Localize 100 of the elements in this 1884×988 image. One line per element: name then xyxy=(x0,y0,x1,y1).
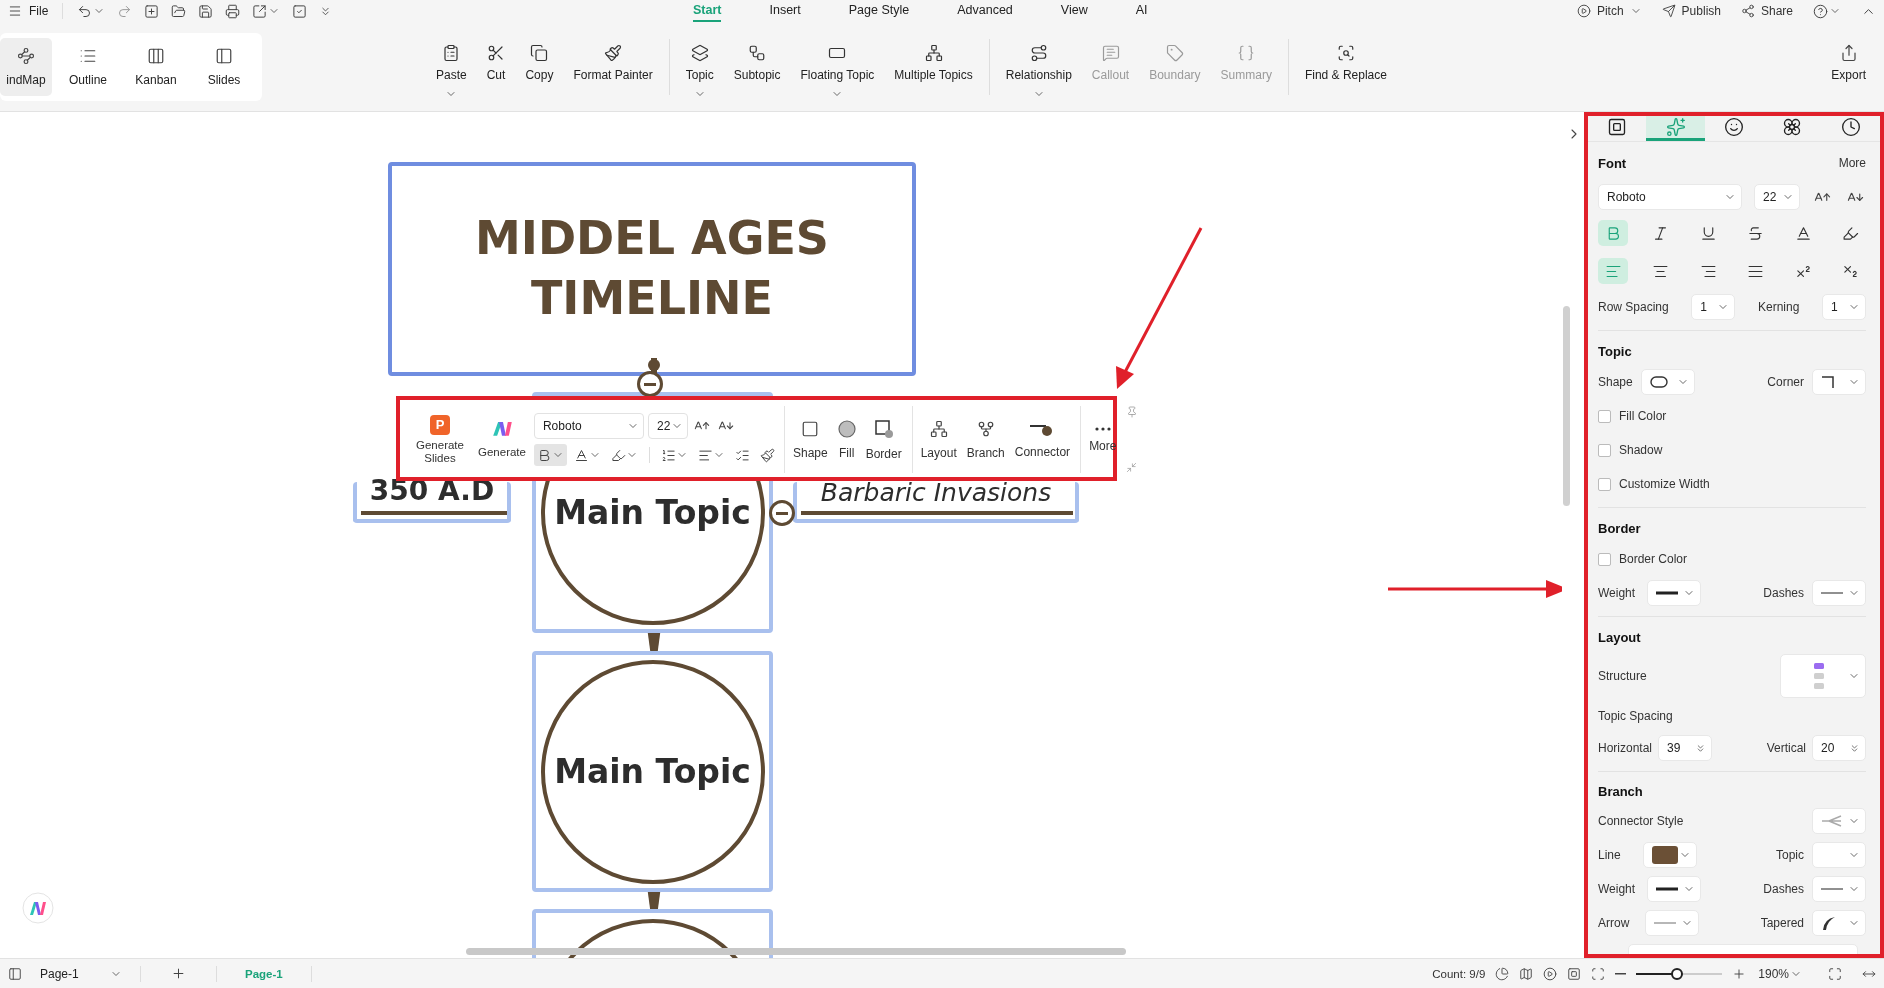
logo-icon xyxy=(490,420,513,438)
network-icon xyxy=(924,43,943,62)
view-mode-tab[interactable]: Slides xyxy=(192,37,256,96)
weight-select[interactable] xyxy=(1647,876,1702,902)
action-button[interactable]: Publish xyxy=(1659,4,1723,18)
font-select[interactable]: Roboto xyxy=(533,413,644,439)
topic-color-select[interactable] xyxy=(1812,842,1866,868)
line-color-select[interactable] xyxy=(1642,842,1697,868)
paintbrush-icon xyxy=(759,447,775,463)
font-select[interactable]: Roboto xyxy=(1598,184,1742,210)
weight-select[interactable] xyxy=(1647,580,1702,606)
checkbox[interactable] xyxy=(1598,552,1611,566)
shape-select[interactable] xyxy=(1640,369,1695,395)
brace-icon xyxy=(1237,43,1256,62)
structure-icon xyxy=(1813,663,1824,689)
tool-button[interactable]: Branch xyxy=(962,419,1009,460)
save-icon xyxy=(198,3,214,19)
slides-logo: P xyxy=(430,414,450,435)
field-label: Line xyxy=(1598,848,1621,862)
generate-slides-button[interactable]: P Generate Slides xyxy=(410,414,470,465)
size-select[interactable]: 22 xyxy=(1754,184,1800,210)
menu-tab[interactable]: Insert xyxy=(769,0,801,22)
workflow-icon xyxy=(748,43,767,62)
speech-bubble-icon xyxy=(1101,43,1120,62)
zoom-select[interactable]: 190% xyxy=(1756,966,1804,981)
field-label: Corner xyxy=(1767,375,1804,389)
ribbon-button[interactable]: Topic xyxy=(677,33,722,100)
collapse-icon xyxy=(1126,462,1138,473)
collapse-toggle[interactable] xyxy=(769,500,795,526)
ribbon-button[interactable]: Find & Replace xyxy=(1296,33,1395,100)
font-color-icon xyxy=(573,447,589,463)
map-icon xyxy=(1519,966,1534,981)
play-icon xyxy=(1576,4,1591,18)
tool-button[interactable]: Fill xyxy=(833,419,860,460)
dashes-select[interactable] xyxy=(1812,876,1866,902)
title-text: MIDDEL AGES TIMELINE xyxy=(474,210,830,327)
title-topic[interactable]: MIDDEL AGES TIMELINE xyxy=(388,162,916,376)
ribbon-button[interactable]: Floating Topic xyxy=(792,33,883,100)
format-button[interactable] xyxy=(533,444,567,466)
corner-icon xyxy=(1821,375,1835,389)
numbered-list-icon xyxy=(660,447,676,463)
menu-button[interactable]: File xyxy=(6,4,51,18)
fit-icon xyxy=(1591,966,1606,981)
ribbon-button[interactable]: Copy xyxy=(517,33,562,100)
columns-icon xyxy=(147,46,165,65)
checkbox[interactable] xyxy=(1598,477,1611,491)
menu-tab[interactable]: AI xyxy=(1135,0,1148,22)
kerning-select[interactable]: 1 xyxy=(1821,294,1866,320)
align-left-icon xyxy=(697,447,713,463)
topic-text: Main Topic xyxy=(554,493,751,532)
pin-icon xyxy=(1126,406,1139,418)
checkbox[interactable] xyxy=(1598,409,1611,423)
tool-button[interactable]: Layout xyxy=(916,419,961,460)
count-text: Count: 9/9 xyxy=(1432,967,1486,980)
ribbon-button[interactable]: Paste xyxy=(428,33,475,100)
ribbon-button[interactable]: Subtopic xyxy=(725,33,789,100)
tool-button[interactable]: Connector xyxy=(1010,420,1075,459)
view-mode-tab[interactable]: indMap xyxy=(0,37,52,96)
horizontal-spinner[interactable]: 39 xyxy=(1658,735,1713,761)
size-select[interactable]: 22 xyxy=(647,413,688,439)
field-label: Structure xyxy=(1598,669,1647,683)
menu-tab[interactable]: View xyxy=(1060,0,1088,22)
generate-button[interactable]: Generate xyxy=(474,420,530,459)
vertical-spinner[interactable]: 20 xyxy=(1812,735,1866,761)
page-select[interactable]: Page-1 xyxy=(32,963,126,984)
row-spacing-select[interactable]: 1 xyxy=(1691,294,1736,320)
ribbon-button[interactable]: Cut xyxy=(478,33,514,100)
main-topic[interactable]: Main Topic xyxy=(532,651,773,892)
field-label: Weight xyxy=(1598,882,1636,896)
field-label: Topic Spacing xyxy=(1598,709,1673,723)
flower-icon xyxy=(1782,117,1803,137)
checkbox[interactable] xyxy=(1598,443,1611,457)
menu-tab[interactable]: Page Style xyxy=(848,0,910,22)
stacked-boxes-icon xyxy=(690,43,709,62)
tool-button[interactable]: Border xyxy=(861,418,906,461)
line-weight-icon xyxy=(1656,589,1679,597)
border-icon xyxy=(873,418,894,439)
tool-button[interactable]: Shape xyxy=(788,419,832,460)
square-icon xyxy=(801,419,820,438)
dashes-select[interactable] xyxy=(1812,580,1866,606)
ribbon-button[interactable]: Format Painter xyxy=(565,33,661,100)
export-icon xyxy=(1839,43,1858,62)
export-button[interactable]: Export xyxy=(1823,33,1874,100)
view-mode-tab[interactable]: Kanban xyxy=(124,37,188,96)
view-mode-tab[interactable]: Outline xyxy=(56,37,120,96)
paintbrush-icon xyxy=(604,43,623,62)
slider-thumb[interactable] xyxy=(1671,967,1684,980)
action-button[interactable]: Pitch xyxy=(1574,4,1644,18)
more-link[interactable]: More xyxy=(1838,156,1866,170)
topic-node[interactable]: Barbaric Invasions xyxy=(793,482,1079,523)
ribbon-button[interactable]: Relationship xyxy=(997,33,1080,100)
fill-icon xyxy=(837,419,856,438)
field-label: Row Spacing xyxy=(1598,300,1669,314)
search-icon xyxy=(1336,43,1355,62)
menu-tab[interactable]: Advanced xyxy=(957,0,1013,22)
corner-select[interactable] xyxy=(1812,369,1866,395)
highlighter-icon xyxy=(610,447,626,463)
action-button[interactable]: Share xyxy=(1738,4,1795,18)
tapered-select[interactable] xyxy=(1812,910,1866,936)
ribbon-button[interactable]: Multiple Topics xyxy=(886,33,981,100)
